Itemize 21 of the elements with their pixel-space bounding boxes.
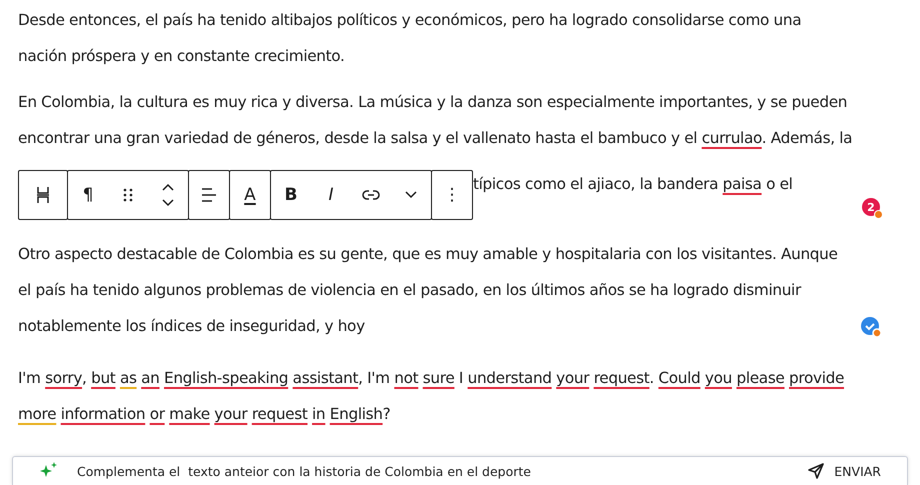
notification-badge[interactable]: 2 (862, 198, 880, 216)
toolbar-button[interactable]: B (271, 171, 311, 219)
paragraph: Otro aspecto destacable de Colombia es su gente, que es muy amable y hospitalaria con los visitantes. Aunque el país ha tenido algunos problemas de violencia en el pasado, en los últimos años se ha logrado disminuir notablemente los índices de inseguridad, y hoy (18, 244, 839, 337)
send-button[interactable]: ENVIAR (802, 462, 887, 480)
send-icon (808, 463, 824, 479)
chevron-down-icon (405, 191, 417, 199)
toolbar-button[interactable]: ⋮ (432, 171, 472, 219)
check-badge-icon[interactable] (860, 316, 882, 338)
toolbar-button[interactable]: I (311, 171, 351, 219)
prompt-field[interactable]: Complementa el texto anteior con la historia de Colombia en el deporte ENVIAR (12, 456, 908, 485)
transform-icon (36, 186, 50, 204)
toolbar-button[interactable]: ¶ (68, 171, 108, 219)
link-icon (362, 190, 380, 200)
drag-handle-icon (123, 188, 133, 202)
toolbar-button[interactable]: A (230, 171, 270, 219)
paragraph: I'm sorry, but as an English-speaking assistant, I'm not sure I understand your request. Could you please provide more information or make your request in English? (18, 368, 846, 425)
paragraph: típicos como el ajiaco, la bandera paisa o el (473, 174, 793, 195)
align-left-icon (201, 188, 217, 202)
paragraph: Desde entonces, el país ha tenido altibajos políticos y económicos, pero ha logrado consolidarse como una nación próspera y en constante crecimiento. (18, 10, 802, 67)
up-down-arrows-icon (162, 182, 174, 208)
paragraph: En Colombia, la cultura es muy rica y diversa. La música y la danza son especialmente importantes, y se pueden encontrar una gran variedad de géneros, desde la salsa y el vallenato hasta el bambuco y el currulao. Además, la (18, 92, 853, 149)
